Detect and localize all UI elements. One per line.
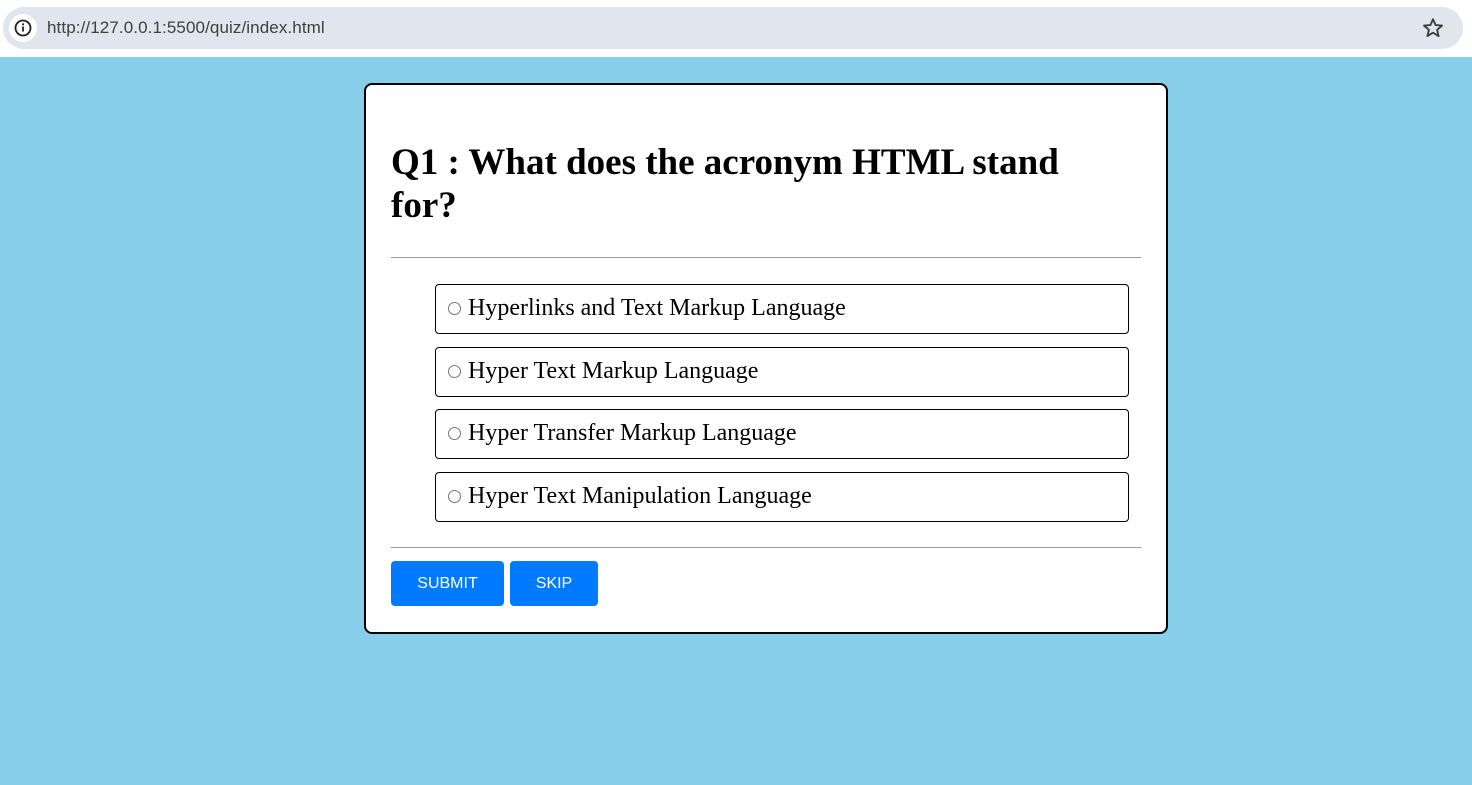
skip-button[interactable]: SKIP	[510, 561, 598, 606]
option-label: Hyper Transfer Markup Language	[468, 420, 797, 446]
radio-button[interactable]	[448, 490, 461, 503]
url-text[interactable]: http://127.0.0.1:5500/quiz/index.html	[47, 18, 325, 38]
option-label: Hyper Text Markup Language	[468, 358, 759, 384]
option-2[interactable]: Hyper Text Markup Language	[435, 347, 1129, 397]
star-icon[interactable]	[1421, 16, 1445, 40]
radio-button[interactable]	[448, 302, 461, 315]
option-4[interactable]: Hyper Text Manipulation Language	[435, 472, 1129, 522]
radio-button[interactable]	[448, 427, 461, 440]
address-bar[interactable]: http://127.0.0.1:5500/quiz/index.html	[3, 7, 1463, 49]
bottom-divider	[391, 547, 1141, 548]
quiz-card: Q1 : What does the acronym HTML stand fo…	[364, 83, 1168, 634]
option-3[interactable]: Hyper Transfer Markup Language	[435, 409, 1129, 459]
page-background: Q1 : What does the acronym HTML stand fo…	[0, 57, 1472, 785]
radio-button[interactable]	[448, 365, 461, 378]
submit-button[interactable]: SUBMIT	[391, 561, 504, 606]
option-1[interactable]: Hyperlinks and Text Markup Language	[435, 284, 1129, 334]
question-title: Q1 : What does the acronym HTML stand fo…	[391, 142, 1059, 226]
option-label: Hyper Text Manipulation Language	[468, 483, 812, 509]
info-icon[interactable]	[9, 14, 37, 42]
browser-toolbar: http://127.0.0.1:5500/quiz/index.html	[0, 0, 1472, 57]
top-divider	[391, 257, 1141, 258]
option-label: Hyperlinks and Text Markup Language	[468, 295, 846, 321]
